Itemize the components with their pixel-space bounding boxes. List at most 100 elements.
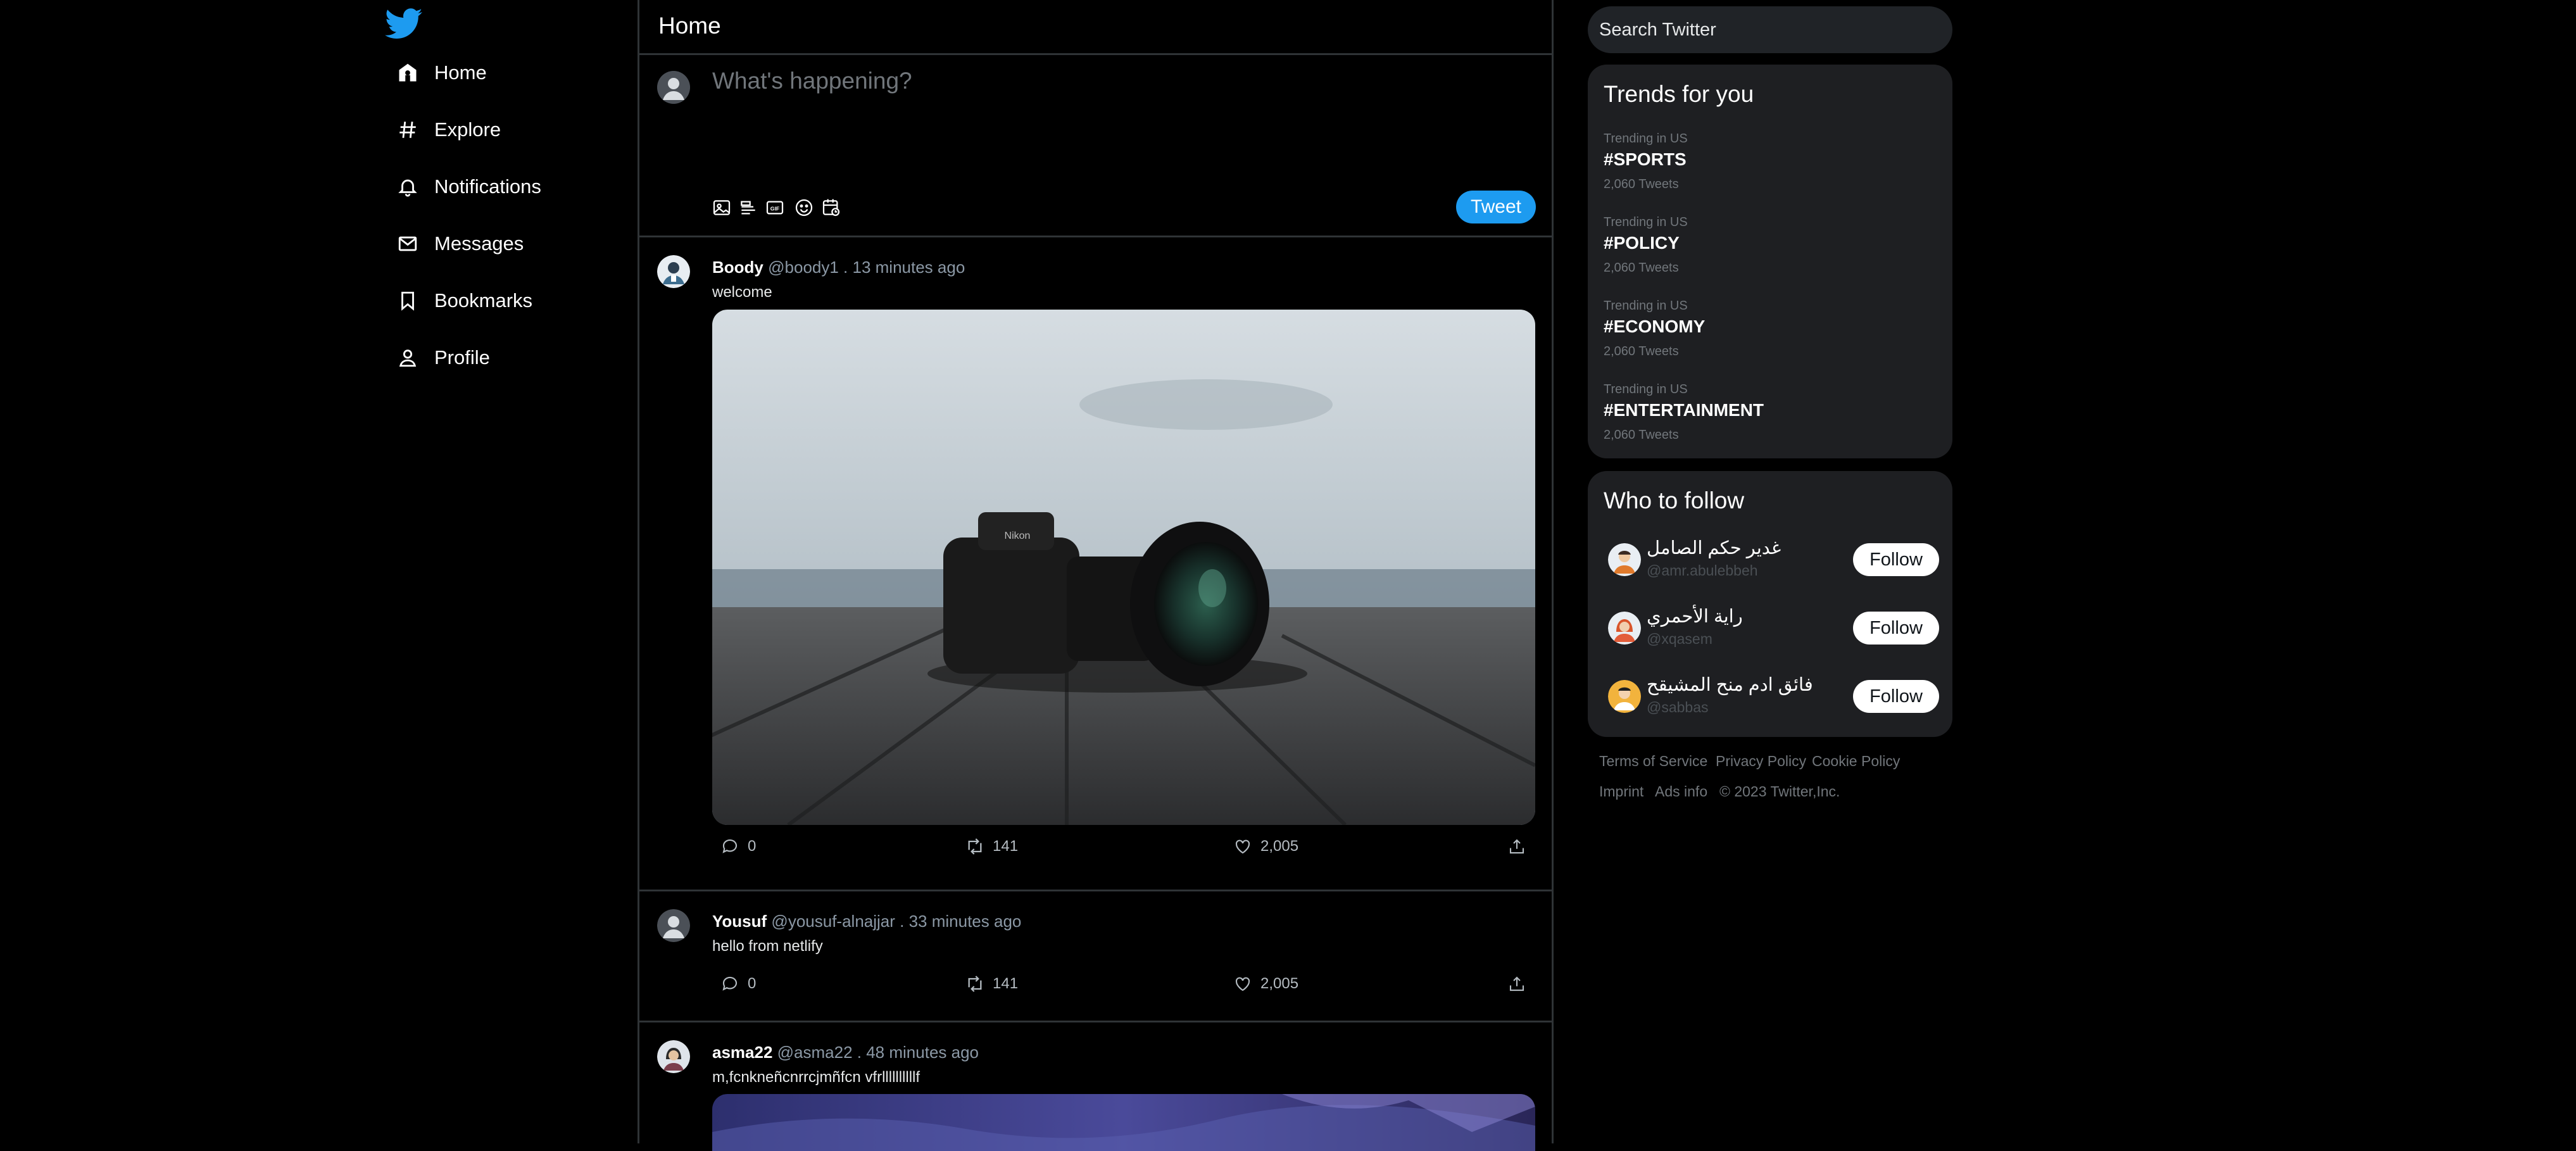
- trend-count: 2,060 Tweets: [1604, 428, 1679, 442]
- nav-item-bookmarks[interactable]: Bookmarks: [380, 279, 608, 323]
- nav-item-home[interactable]: Home: [380, 51, 608, 95]
- schedule-icon[interactable]: [819, 195, 844, 220]
- trend-tag: #ENTERTAINMENT: [1604, 400, 1764, 420]
- trend-count: 2,060 Tweets: [1604, 344, 1679, 358]
- trend-category: Trending in US: [1604, 382, 1688, 396]
- author-name[interactable]: asma22: [712, 1043, 772, 1062]
- retweet-icon: [964, 835, 986, 858]
- avatar[interactable]: [1608, 680, 1641, 713]
- nav-item-label: Explore: [434, 118, 501, 141]
- author-name[interactable]: Yousuf: [712, 912, 767, 931]
- mail-icon: [393, 229, 423, 259]
- nav-item-label: Bookmarks: [434, 289, 533, 311]
- nav-item-label: Profile: [434, 346, 490, 368]
- suggestion-name[interactable]: غدير حكم الصامل: [1647, 537, 1781, 559]
- sidebar-nav: Home Explore Notifications Messages Book…: [380, 0, 633, 1143]
- follow-button[interactable]: Follow: [1853, 612, 1939, 645]
- reply-icon: [719, 835, 741, 858]
- like-count: 2,005: [1260, 975, 1299, 992]
- nav-item-profile[interactable]: Profile: [380, 336, 608, 380]
- nav-item-label: Messages: [434, 232, 524, 255]
- footer-link-cookie[interactable]: Cookie Policy: [1812, 753, 1900, 770]
- like-action[interactable]: 2,005: [1231, 972, 1298, 995]
- suggestion-name[interactable]: راية الأحمري: [1647, 605, 1743, 627]
- compose-box: GIF Tweet: [639, 55, 1552, 237]
- feed-header: Home: [639, 0, 1552, 55]
- compose-input[interactable]: [712, 68, 1440, 94]
- follow-button[interactable]: Follow: [1853, 543, 1939, 576]
- search-input[interactable]: [1599, 6, 1941, 53]
- reply-action[interactable]: 0: [719, 835, 756, 858]
- heart-icon: [1231, 972, 1254, 995]
- tweet-header: asma22 @asma22 . 48 minutes ago: [712, 1043, 979, 1062]
- heart-icon: [1231, 835, 1254, 858]
- emoji-icon[interactable]: [791, 195, 817, 220]
- footer-link-terms[interactable]: Terms of Service: [1599, 753, 1707, 770]
- page-title: Home: [658, 13, 721, 39]
- avatar[interactable]: [657, 1040, 690, 1073]
- tweet-image[interactable]: Nikon: [712, 310, 1535, 825]
- footer-copyright: © 2023 Twitter,Inc.: [1719, 783, 1840, 800]
- nav-item-explore[interactable]: Explore: [380, 108, 608, 152]
- follow-suggestion: غدير حكم الصامل @amr.abulebbeh Follow: [1604, 537, 1939, 600]
- reply-count: 0: [748, 838, 757, 855]
- trend-item[interactable]: Trending in US #ENTERTAINMENT 2,060 Twee…: [1604, 382, 1933, 465]
- main-feed: Home GIF Tweet Boody @boody1 . 13 minut: [638, 0, 1554, 1151]
- gif-list-icon[interactable]: [736, 195, 761, 220]
- twitter-logo-icon[interactable]: [385, 8, 423, 41]
- retweet-count: 141: [993, 975, 1019, 992]
- suggestion-name[interactable]: فائق ادم منح المشيقح: [1647, 674, 1813, 696]
- nav-item-messages[interactable]: Messages: [380, 222, 608, 266]
- avatar[interactable]: [657, 71, 690, 104]
- author-name[interactable]: Boody: [712, 258, 763, 277]
- nav-item-notifications[interactable]: Notifications: [380, 165, 608, 209]
- avatar[interactable]: [657, 909, 690, 942]
- reply-action[interactable]: 0: [719, 972, 756, 995]
- retweet-action[interactable]: 141: [964, 972, 1018, 995]
- trend-item[interactable]: Trending in US #ECONOMY 2,060 Tweets: [1604, 299, 1933, 381]
- trend-tag: #SPORTS: [1604, 149, 1687, 169]
- footer-link-imprint[interactable]: Imprint: [1599, 783, 1643, 800]
- like-action[interactable]: 2,005: [1231, 835, 1298, 858]
- follow-button[interactable]: Follow: [1853, 680, 1939, 713]
- follow-suggestion: راية الأحمري @xqasem Follow: [1604, 605, 1939, 669]
- tweet-post: Boody @boody1 . 13 minutes ago welcome N…: [639, 237, 1552, 891]
- avatar[interactable]: [657, 255, 690, 288]
- suggestion-handle: @xqasem: [1647, 631, 1712, 647]
- nav-item-label: Notifications: [434, 175, 541, 198]
- tweet-button[interactable]: Tweet: [1456, 191, 1536, 223]
- share-action[interactable]: [1505, 972, 1535, 995]
- hashtag-icon: [393, 115, 423, 145]
- avatar[interactable]: [1608, 612, 1641, 645]
- tweet-header: Yousuf @yousuf-alnajjar . 33 minutes ago: [712, 912, 1021, 931]
- tweet-text: m,fcnkneñcnrrcjmñfcn vfrllllllllllf: [712, 1069, 920, 1086]
- trend-count: 2,060 Tweets: [1604, 177, 1679, 191]
- trends-title: Trends for you: [1604, 81, 1754, 107]
- retweet-action[interactable]: 141: [964, 835, 1018, 858]
- gif-icon[interactable]: GIF: [762, 195, 788, 220]
- retweet-count: 141: [993, 838, 1019, 855]
- reply-count: 0: [748, 975, 757, 992]
- retweet-icon: [964, 972, 986, 995]
- share-icon: [1505, 972, 1528, 995]
- trend-tag: #POLICY: [1604, 233, 1680, 253]
- share-action[interactable]: [1505, 835, 1535, 858]
- tweet-text: hello from netlify: [712, 938, 823, 955]
- avatar[interactable]: [1608, 543, 1641, 576]
- trend-item[interactable]: Trending in US #SPORTS 2,060 Tweets: [1604, 132, 1933, 214]
- author-meta: @asma22 . 48 minutes ago: [777, 1043, 979, 1062]
- nav-item-label: Home: [434, 61, 487, 84]
- bell-icon: [393, 172, 423, 202]
- search-box[interactable]: [1588, 6, 1952, 53]
- footer-link-ads-info[interactable]: Ads info: [1655, 783, 1707, 800]
- trend-category: Trending in US: [1604, 299, 1688, 313]
- footer-link-privacy[interactable]: Privacy Policy: [1716, 753, 1806, 770]
- tweet-image[interactable]: [712, 1094, 1535, 1151]
- tweet-post: Yousuf @yousuf-alnajjar . 33 minutes ago…: [639, 891, 1552, 1022]
- bookmark-icon: [393, 286, 423, 316]
- image-icon[interactable]: [709, 195, 734, 220]
- suggestion-handle: @amr.abulebbeh: [1647, 562, 1758, 579]
- person-icon: [393, 343, 423, 373]
- trends-panel: Trends for you Trending in US #SPORTS 2,…: [1588, 65, 1952, 458]
- trend-item[interactable]: Trending in US #POLICY 2,060 Tweets: [1604, 215, 1933, 298]
